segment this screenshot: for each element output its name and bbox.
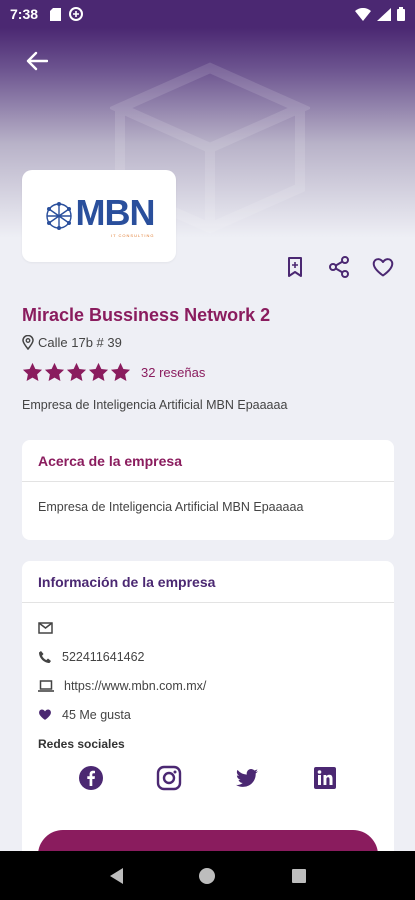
- sd-card-icon: [50, 7, 62, 21]
- network-globe-icon: [45, 202, 72, 230]
- star-icon: [88, 362, 109, 381]
- website-text: https://www.mbn.com.mx/: [64, 678, 207, 693]
- instagram-icon[interactable]: [156, 765, 182, 791]
- email-row[interactable]: [22, 613, 394, 642]
- wifi-icon: [355, 7, 371, 21]
- rating-stars: [22, 362, 131, 382]
- likes-row: 45 Me gusta: [22, 700, 394, 729]
- star-icon: [22, 362, 43, 381]
- status-right-icons: [355, 7, 405, 21]
- triangle-back-icon: [109, 867, 123, 884]
- share-icon: [329, 256, 349, 278]
- bookmark-icon: [288, 257, 302, 277]
- laptop-icon: [38, 679, 54, 692]
- mail-icon: [38, 621, 53, 634]
- about-card: Acerca de la empresa Empresa de Intelige…: [22, 440, 394, 540]
- star-icon: [110, 362, 131, 381]
- company-name: Miracle Bussiness Network 2: [22, 305, 271, 325]
- facebook-icon[interactable]: [78, 765, 104, 791]
- share-button[interactable]: [327, 255, 351, 279]
- logo-text: MBN: [75, 191, 156, 233]
- info-card-title: Información de la empresa: [22, 561, 394, 603]
- phone-row[interactable]: 522411641462: [22, 642, 394, 671]
- status-bar: 7:38: [0, 0, 415, 28]
- twitter-icon[interactable]: [234, 765, 260, 791]
- website-row[interactable]: https://www.mbn.com.mx/: [22, 671, 394, 700]
- nav-back-button[interactable]: [105, 865, 127, 887]
- signal-icon: [377, 7, 391, 21]
- system-navigation-bar: [0, 851, 415, 900]
- status-left-icons: [50, 7, 84, 21]
- heart-outline-icon: [372, 258, 394, 277]
- company-address: Calle 17b # 39: [22, 335, 122, 350]
- phone-icon: [39, 650, 51, 663]
- social-networks-title: Redes sociales: [38, 737, 125, 751]
- info-card: Información de la empresa 522411641462 h…: [22, 561, 394, 861]
- square-recents-icon: [292, 868, 307, 883]
- star-icon: [44, 362, 65, 381]
- arrow-left-icon: [26, 51, 48, 71]
- about-card-title: Acerca de la empresa: [22, 440, 394, 482]
- nav-recents-button[interactable]: [288, 865, 310, 887]
- about-card-body: Empresa de Inteligencia Artificial MBN E…: [38, 500, 304, 514]
- back-button[interactable]: [22, 46, 52, 76]
- star-icon: [66, 362, 87, 381]
- favorite-button[interactable]: [371, 255, 395, 279]
- circle-home-icon: [199, 867, 216, 884]
- address-text: Calle 17b # 39: [38, 335, 122, 350]
- bookmark-button[interactable]: [283, 255, 307, 279]
- logo-subtext: IT CONSULTING: [110, 232, 155, 238]
- company-logo: MBN IT CONSULTING: [44, 191, 156, 238]
- phone-text: 522411641462: [62, 649, 145, 664]
- company-rating: 32 reseñas: [22, 362, 205, 382]
- battery-icon: [397, 7, 405, 21]
- nav-home-button[interactable]: [196, 865, 218, 887]
- social-networks-row: [22, 751, 394, 791]
- company-actions: [283, 255, 395, 279]
- company-logo-card: MBN IT CONSULTING: [22, 170, 176, 262]
- heart-filled-icon: [39, 709, 51, 720]
- linkedin-icon[interactable]: [312, 765, 338, 791]
- reviews-link[interactable]: 32 reseñas: [141, 365, 205, 380]
- likes-text: 45 Me gusta: [62, 707, 131, 722]
- data-saver-icon: [69, 7, 84, 21]
- company-short-description: Empresa de Inteligencia Artificial MBN E…: [22, 398, 288, 412]
- status-time: 7:38: [10, 6, 39, 22]
- logo-wordmark: MBN IT CONSULTING: [75, 191, 156, 238]
- location-pin-icon: [22, 335, 34, 350]
